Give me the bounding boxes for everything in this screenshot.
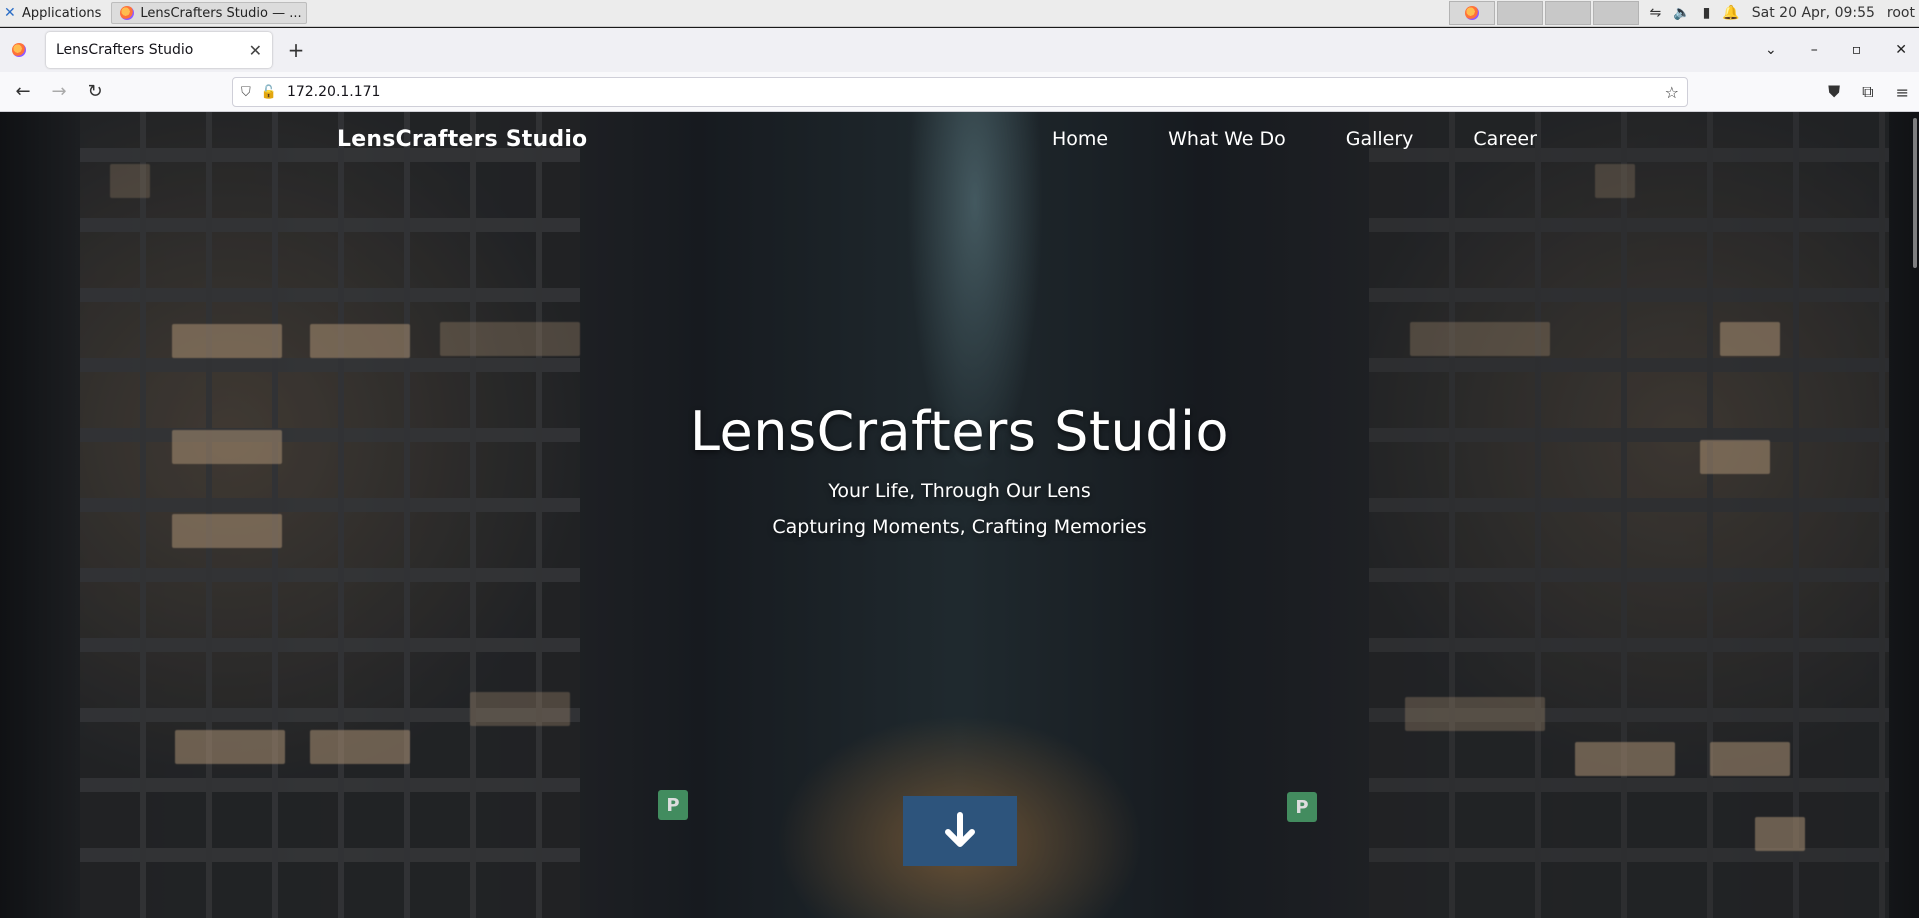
os-top-panel: ✕ Applications LensCrafters Studio — ...… (0, 0, 1919, 27)
taskbar-item-label: LensCrafters Studio — ... (140, 5, 302, 21)
nav-what-we-do[interactable]: What We Do (1168, 128, 1286, 150)
system-tray: ⇋ 🔈 ▮ 🔔 Sat 20 Apr, 09:55 root (1649, 5, 1915, 21)
browser-tab-bar: LensCrafters Studio ✕ + ⌄ – ▫ ✕ (0, 28, 1919, 72)
forward-button[interactable]: → (41, 81, 77, 102)
page-viewport: LensCrafters Studio Home What We Do Gall… (0, 112, 1919, 918)
shield-icon[interactable]: ⛉ (241, 85, 251, 100)
hero-title: LensCrafters Studio (689, 400, 1230, 463)
hero-tagline-2: Capturing Moments, Crafting Memories (772, 516, 1147, 538)
site-menu: Home What We Do Gallery Career (1052, 128, 1537, 150)
close-tab-icon[interactable]: ✕ (249, 41, 262, 60)
nav-home[interactable]: Home (1052, 128, 1108, 150)
list-all-tabs-icon[interactable]: ⌄ (1765, 42, 1777, 58)
parking-sign-icon: P (1287, 792, 1317, 822)
battery-icon[interactable]: ▮ (1703, 5, 1711, 21)
xfce-logo-icon: ✕ (4, 5, 16, 21)
user-name[interactable]: root (1887, 5, 1915, 21)
back-button[interactable]: ← (5, 81, 41, 102)
nav-gallery[interactable]: Gallery (1346, 128, 1414, 150)
hero-tagline-1: Your Life, Through Our Lens (828, 480, 1091, 502)
scroll-down-button[interactable] (903, 796, 1017, 866)
site-navbar: LensCrafters Studio Home What We Do Gall… (0, 112, 1919, 174)
workspace-3[interactable] (1545, 1, 1592, 25)
insecure-lock-icon[interactable]: 🔓 (261, 85, 277, 100)
menu-hamburger-icon[interactable]: ≡ (1896, 83, 1909, 102)
browser-nav-bar: ← → ↻ ⛉ 🔓 172.20.1.171 ☆ ⛊ ⧉ ≡ (0, 72, 1919, 112)
arrow-down-icon (945, 812, 975, 847)
bookmark-star-icon[interactable]: ☆ (1665, 83, 1679, 102)
close-window-icon[interactable]: ✕ (1895, 42, 1907, 58)
workspace-1[interactable] (1449, 1, 1496, 25)
new-tab-button[interactable]: + (278, 38, 314, 62)
url-text[interactable]: 172.20.1.171 (287, 84, 381, 100)
extensions-icon[interactable]: ⧉ (1862, 82, 1873, 102)
volume-icon[interactable]: 🔈 (1673, 5, 1690, 21)
firefox-view-button[interactable] (0, 43, 38, 57)
page-scrollbar[interactable] (1911, 112, 1919, 918)
workspace-4[interactable] (1593, 1, 1640, 25)
clock[interactable]: Sat 20 Apr, 09:55 (1752, 5, 1875, 21)
nav-career[interactable]: Career (1473, 128, 1537, 150)
hero-section: LensCrafters Studio Your Life, Through O… (0, 400, 1919, 539)
reload-button[interactable]: ↻ (77, 81, 113, 102)
firefox-icon (1465, 6, 1480, 20)
tab-title: LensCrafters Studio (56, 42, 194, 58)
scrollbar-thumb[interactable] (1913, 118, 1917, 268)
applications-menu[interactable]: ✕ Applications (0, 0, 105, 26)
url-bar[interactable]: ⛉ 🔓 172.20.1.171 ☆ (232, 77, 1688, 107)
workspace-switcher[interactable] (1449, 1, 1640, 25)
firefox-icon (12, 43, 26, 57)
browser-tab-active[interactable]: LensCrafters Studio ✕ (46, 32, 272, 68)
minimize-icon[interactable]: – (1811, 42, 1818, 58)
site-brand-logo[interactable]: LensCrafters Studio (337, 127, 587, 152)
firefox-icon (120, 6, 135, 20)
parking-sign-icon: P (658, 790, 688, 820)
network-icon[interactable]: ⇋ (1649, 5, 1661, 21)
applications-label: Applications (22, 5, 102, 21)
pocket-icon[interactable]: ⛊ (1828, 82, 1840, 102)
maximize-icon[interactable]: ▫ (1852, 42, 1862, 58)
taskbar-item-firefox[interactable]: LensCrafters Studio — ... (111, 2, 308, 24)
workspace-2[interactable] (1497, 1, 1544, 25)
notification-bell-icon[interactable]: 🔔 (1722, 5, 1739, 21)
